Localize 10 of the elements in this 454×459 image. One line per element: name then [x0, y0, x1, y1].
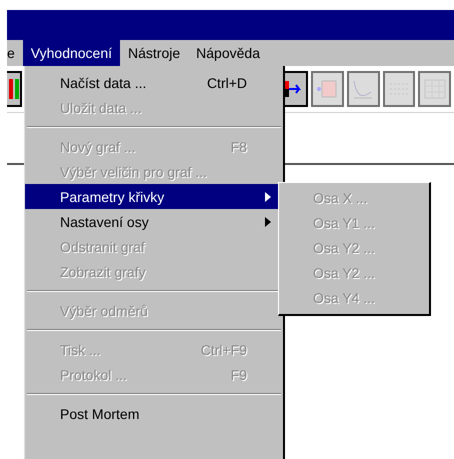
menu-title[interactable]: Nástroje: [120, 40, 188, 66]
submenu-arrow-icon: [265, 192, 271, 202]
toolbar-button[interactable]: [7, 71, 22, 107]
menu-title[interactable]: e: [7, 40, 23, 66]
menu-item[interactable]: Post Mortem: [25, 401, 283, 426]
menu-item[interactable]: Načíst data ... Ctrl+D: [25, 70, 283, 95]
menu-title[interactable]: Nápověda: [188, 40, 268, 66]
menu-title[interactable]: Vyhodnocení: [22, 40, 120, 66]
chart-icon: [8, 77, 20, 101]
submenu-arrow-icon: [265, 216, 271, 226]
